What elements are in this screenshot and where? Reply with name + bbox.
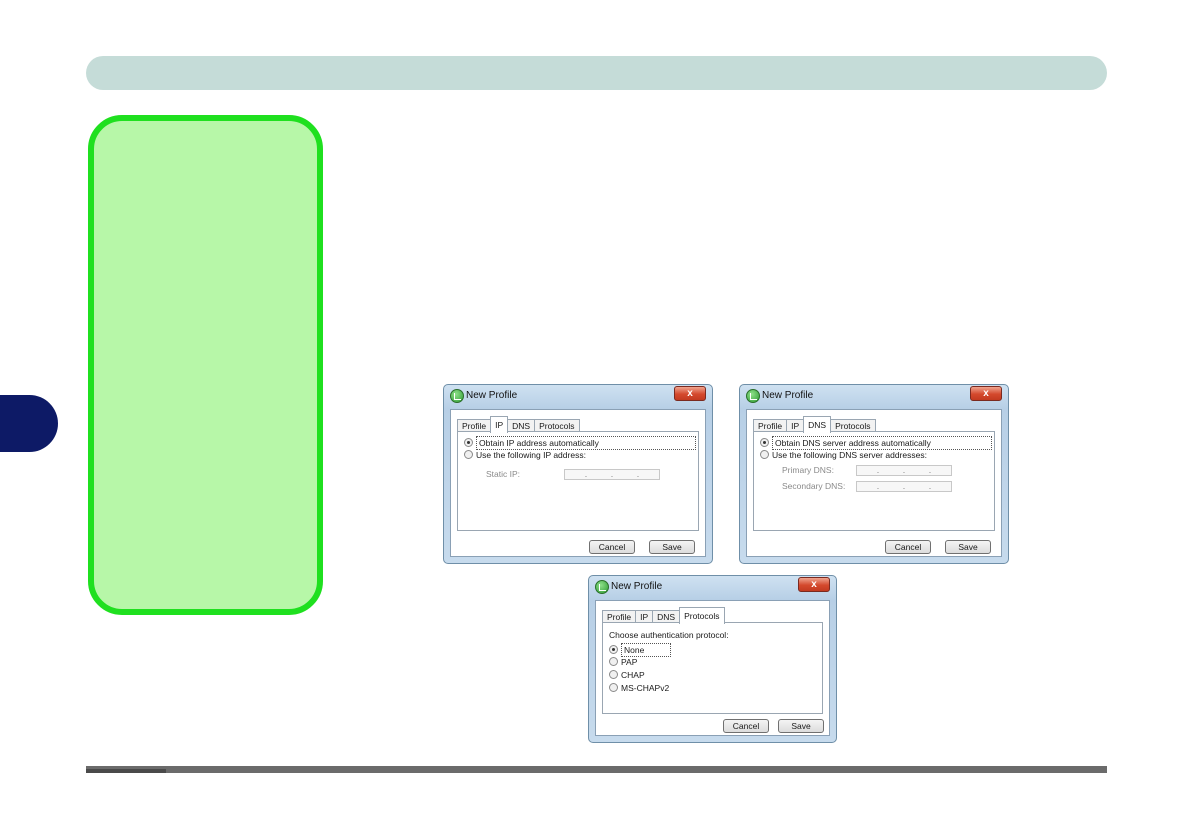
title-bar: New Profile x <box>740 385 1008 407</box>
page-header-bar <box>86 56 1107 90</box>
protocol-option-mschapv2[interactable]: MS-CHAPv2 <box>609 682 669 694</box>
tab-strip: Profile IP DNS Protocols <box>457 416 580 433</box>
dialog-client-area: Profile IP DNS Protocols Obtain DNS serv… <box>746 409 1002 557</box>
dns-settings-panel: Obtain DNS server address automatically … <box>753 431 995 531</box>
option-label: Use the following DNS server addresses: <box>772 450 927 460</box>
option-label: CHAP <box>621 670 645 680</box>
radio-unselected-icon[interactable] <box>609 657 618 666</box>
option-label: None <box>621 643 671 657</box>
option-label: Obtain DNS server address automatically <box>772 436 992 450</box>
radio-unselected-icon[interactable] <box>609 670 618 679</box>
secondary-dns-input[interactable]: ... <box>856 481 952 492</box>
close-button[interactable]: x <box>970 386 1002 401</box>
new-profile-dialog-ip: New Profile x Profile IP DNS Protocols O… <box>443 384 713 564</box>
option-label: Use the following IP address: <box>476 450 586 460</box>
protocol-option-none[interactable]: None <box>609 643 671 657</box>
ip-dot: . <box>876 482 880 491</box>
new-profile-dialog-protocols: New Profile x Profile IP DNS Protocols C… <box>588 575 837 743</box>
dialog-client-area: Profile IP DNS Protocols Choose authenti… <box>595 600 830 736</box>
primary-dns-input[interactable]: ... <box>856 465 952 476</box>
radio-selected-icon[interactable] <box>760 438 769 447</box>
protocols-panel: Choose authentication protocol: None PAP… <box>602 622 823 714</box>
dialog-title: New Profile <box>466 390 518 401</box>
radio-selected-icon[interactable] <box>464 438 473 447</box>
option-label: PAP <box>621 657 638 667</box>
tab-ip[interactable]: IP <box>490 416 509 433</box>
cancel-button[interactable]: Cancel <box>885 540 931 554</box>
radio-unselected-icon[interactable] <box>760 450 769 459</box>
tab-strip: Profile IP DNS Protocols <box>753 416 876 433</box>
dialog-title: New Profile <box>762 390 814 401</box>
ip-dot: . <box>928 466 932 475</box>
ip-dot: . <box>928 482 932 491</box>
radio-unselected-icon[interactable] <box>464 450 473 459</box>
wireless-app-icon <box>450 389 464 403</box>
option-label: Obtain IP address automatically <box>476 436 696 450</box>
dialog-title: New Profile <box>611 581 663 592</box>
static-ip-label: Static IP: <box>486 469 521 479</box>
option-label: MS-CHAPv2 <box>621 683 670 693</box>
protocol-option-chap[interactable]: CHAP <box>609 669 645 681</box>
save-button[interactable]: Save <box>778 719 824 733</box>
cancel-button[interactable]: Cancel <box>589 540 635 554</box>
save-button[interactable]: Save <box>649 540 695 554</box>
use-following-ip-option[interactable]: Use the following IP address: <box>464 449 586 461</box>
static-ip-input[interactable]: ... <box>564 469 660 480</box>
radio-selected-icon[interactable] <box>609 645 618 654</box>
save-button[interactable]: Save <box>945 540 991 554</box>
title-bar: New Profile x <box>589 576 836 598</box>
dialog-client-area: Profile IP DNS Protocols Obtain IP addre… <box>450 409 706 557</box>
tab-protocols[interactable]: Protocols <box>679 607 725 624</box>
auth-protocol-prompt: Choose authentication protocol: <box>609 630 729 640</box>
ip-dot: . <box>902 466 906 475</box>
title-bar: New Profile x <box>444 385 712 407</box>
protocol-option-pap[interactable]: PAP <box>609 656 637 668</box>
use-following-dns-option[interactable]: Use the following DNS server addresses: <box>760 449 927 461</box>
ip-dot: . <box>876 466 880 475</box>
note-sidebar-box <box>88 115 323 615</box>
close-button[interactable]: x <box>798 577 830 592</box>
footer-rule <box>86 766 1107 773</box>
wireless-app-icon <box>595 580 609 594</box>
ip-dot: . <box>636 470 640 479</box>
tab-dns[interactable]: DNS <box>803 416 832 433</box>
close-button[interactable]: x <box>674 386 706 401</box>
ip-dot: . <box>584 470 588 479</box>
primary-dns-label: Primary DNS: <box>782 465 834 475</box>
ip-dot: . <box>902 482 906 491</box>
ip-settings-panel: Obtain IP address automatically Use the … <box>457 431 699 531</box>
obtain-ip-auto-option[interactable]: Obtain IP address automatically <box>464 436 696 450</box>
tab-strip: Profile IP DNS Protocols <box>602 607 725 624</box>
chapter-side-tab <box>0 395 58 452</box>
cancel-button[interactable]: Cancel <box>723 719 769 733</box>
ip-dot: . <box>610 470 614 479</box>
new-profile-dialog-dns: New Profile x Profile IP DNS Protocols O… <box>739 384 1009 564</box>
radio-unselected-icon[interactable] <box>609 683 618 692</box>
obtain-dns-auto-option[interactable]: Obtain DNS server address automatically <box>760 436 992 450</box>
secondary-dns-label: Secondary DNS: <box>782 481 846 491</box>
wireless-app-icon <box>746 389 760 403</box>
